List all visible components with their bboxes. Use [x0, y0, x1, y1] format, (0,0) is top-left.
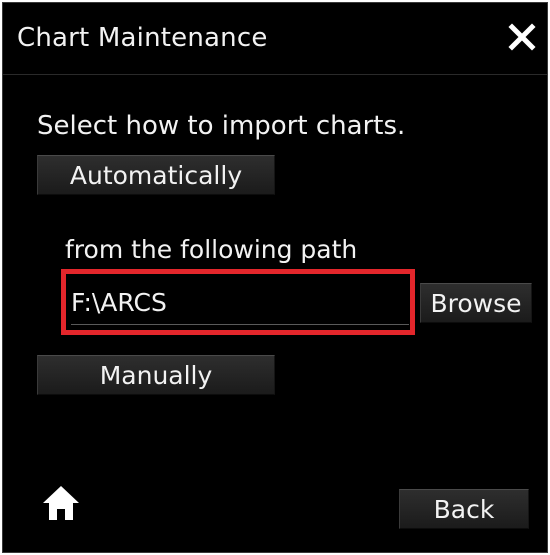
chart-maintenance-dialog: Chart Maintenance Select how to import c… — [2, 2, 548, 553]
dialog-title: Chart Maintenance — [17, 23, 268, 53]
home-icon — [43, 486, 79, 520]
back-button[interactable]: Back — [399, 489, 529, 529]
manually-button[interactable]: Manually — [37, 355, 275, 395]
path-input[interactable] — [71, 281, 409, 325]
close-icon — [508, 23, 536, 51]
automatically-button[interactable]: Automatically — [37, 155, 275, 195]
home-button[interactable] — [39, 481, 83, 525]
browse-button[interactable]: Browse — [420, 283, 532, 323]
title-bar: Chart Maintenance — [3, 3, 547, 75]
close-button[interactable] — [503, 17, 541, 57]
path-label: from the following path — [65, 235, 358, 264]
import-prompt: Select how to import charts. — [37, 111, 406, 141]
